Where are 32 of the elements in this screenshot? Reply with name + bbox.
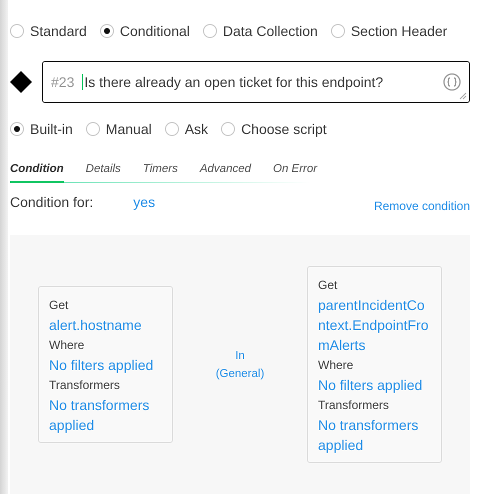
radio-option[interactable]: Ask — [164, 121, 208, 137]
field-label: Get — [49, 297, 70, 314]
tab[interactable]: Advanced — [200, 159, 252, 183]
tab[interactable]: On Error — [273, 159, 318, 183]
radio-button[interactable] — [100, 24, 114, 38]
radio-option[interactable]: Section Header — [330, 23, 448, 39]
field-label: Get — [318, 277, 338, 294]
field-label: Condition for: — [10, 194, 94, 210]
radio-button[interactable] — [330, 24, 345, 38]
tab[interactable]: Details — [86, 159, 121, 183]
tab[interactable]: Condition — [10, 159, 64, 183]
radio-button[interactable] — [86, 122, 100, 136]
field-label: Transformers — [318, 397, 390, 414]
field-label: Transformers — [49, 377, 121, 394]
task-name-field[interactable]: #23 Is there already an open ticket for this endpoint? — [42, 61, 470, 103]
radio-option[interactable]: Standard — [10, 23, 87, 39]
radio-option[interactable]: Data Collection — [202, 23, 318, 39]
tab[interactable]: Timers — [142, 159, 178, 183]
radio-option[interactable]: Conditional — [100, 23, 190, 39]
radio-option[interactable]: Choose script — [221, 121, 327, 137]
field-label: Where — [49, 337, 86, 354]
radio-option[interactable]: Manual — [86, 121, 152, 137]
resize-grip-icon[interactable] — [459, 92, 467, 100]
radio-button[interactable] — [10, 122, 24, 136]
diamond-icon — [10, 71, 32, 93]
field-label: Where — [318, 357, 354, 374]
radio-button[interactable] — [10, 24, 24, 38]
radio-option[interactable]: Built-in — [10, 121, 73, 137]
radio-button[interactable] — [164, 122, 179, 136]
radio-button[interactable] — [202, 24, 217, 38]
braces-icon[interactable] — [443, 73, 461, 91]
radio-button[interactable] — [221, 122, 236, 136]
